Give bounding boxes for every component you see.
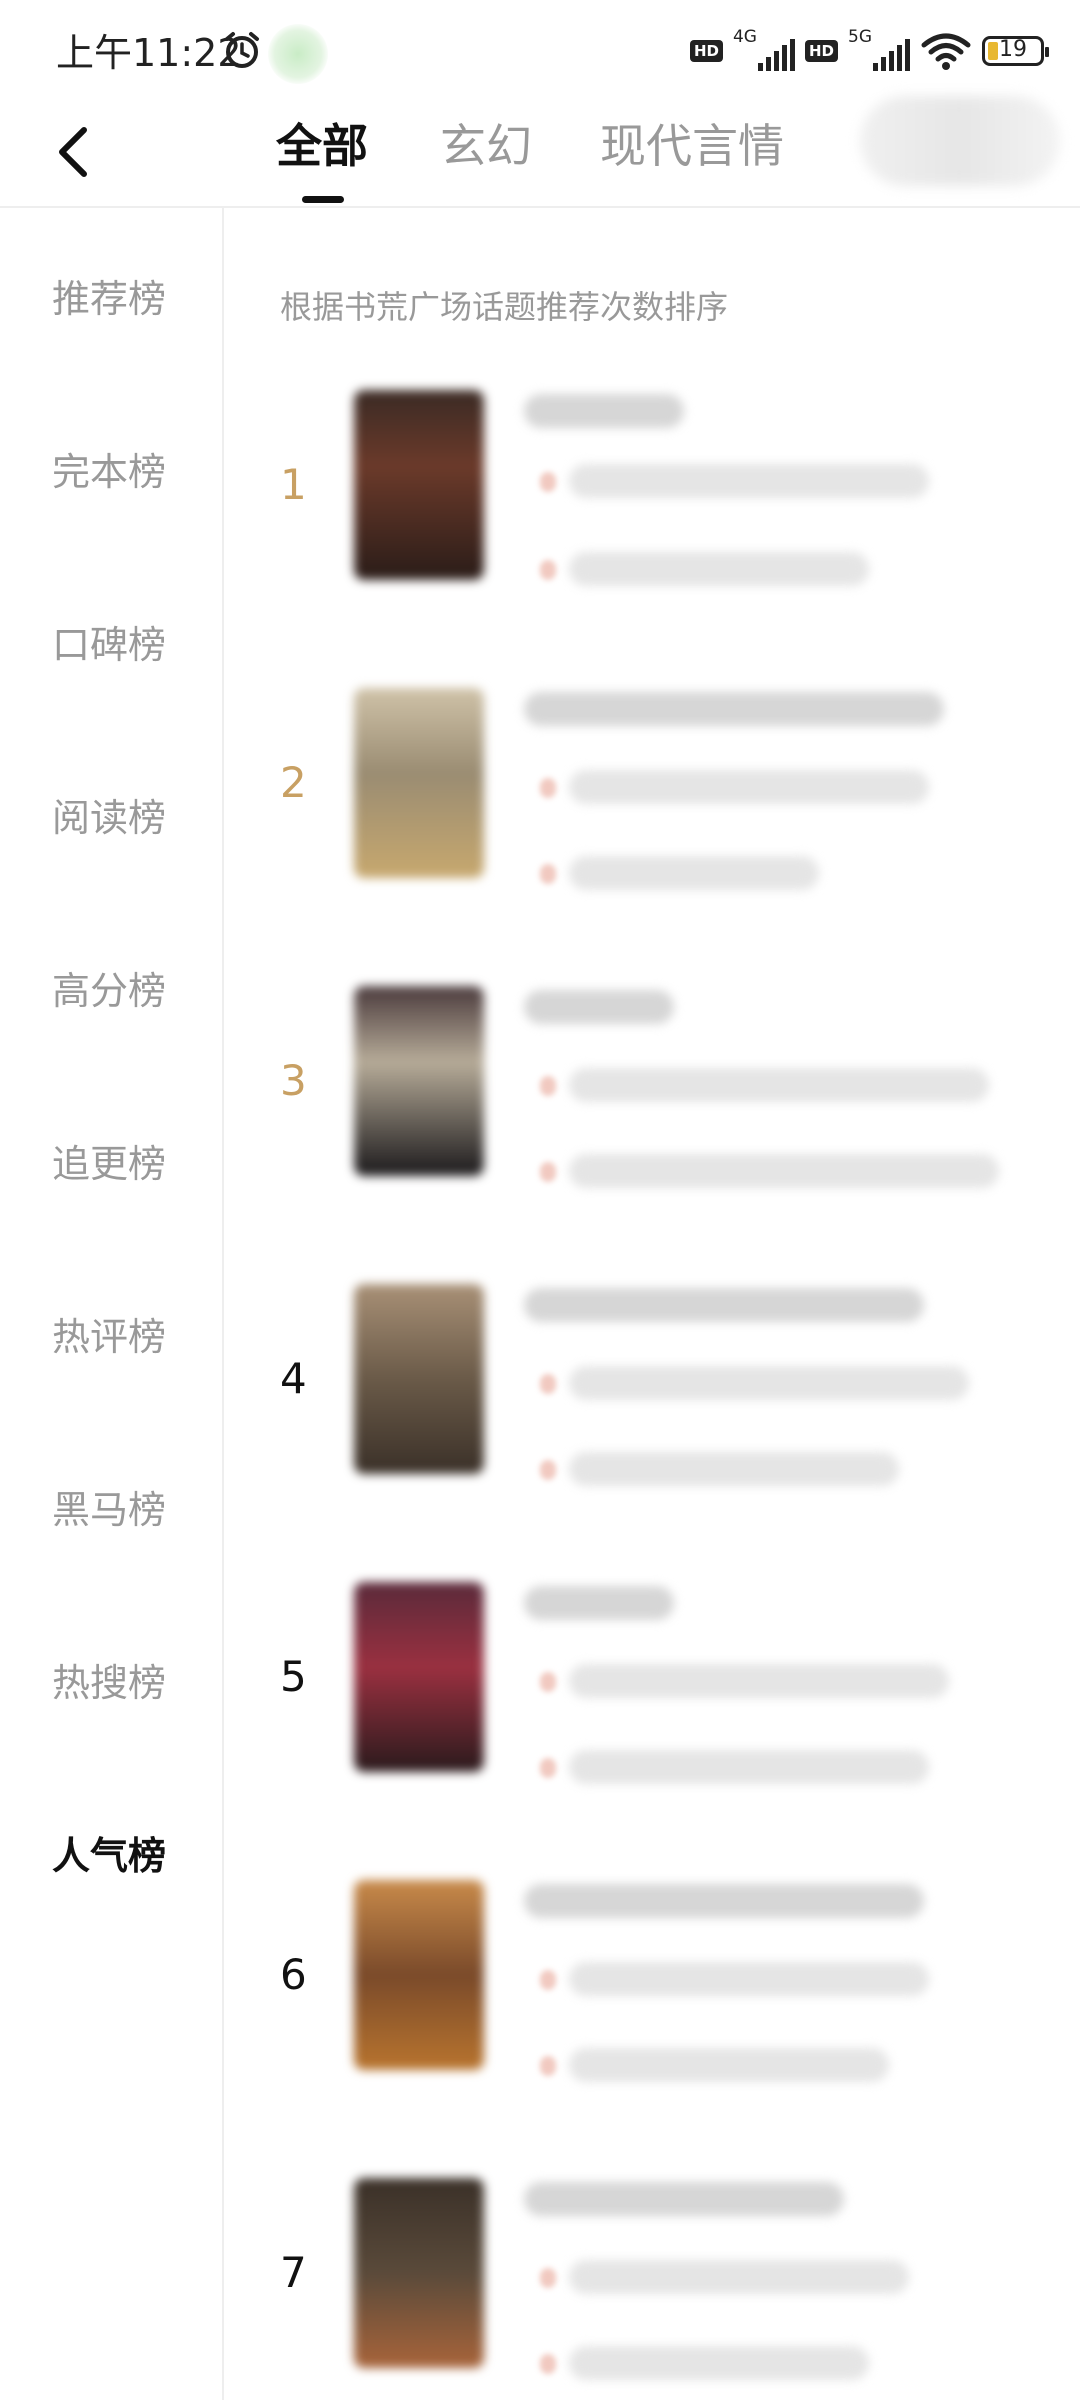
book-tags bbox=[569, 1366, 969, 1400]
battery-level: 19 bbox=[999, 37, 1027, 62]
tab-all[interactable]: 全部 bbox=[276, 110, 368, 176]
book-tags bbox=[569, 1962, 929, 1996]
book-title bbox=[524, 1586, 674, 1620]
tag-icon bbox=[540, 2354, 556, 2374]
hd-badge-2: HD bbox=[804, 40, 838, 62]
ranking-sidebar: 推荐榜 完本榜 口碑榜 阅读榜 高分榜 追更榜 热评榜 黑马榜 热搜榜 人气榜 bbox=[0, 208, 224, 2400]
book-tags bbox=[569, 1664, 949, 1698]
sidebar-item-reading[interactable]: 阅读榜 bbox=[52, 787, 166, 842]
list-item[interactable]: 4 bbox=[224, 1274, 1080, 1514]
signal-4g-icon: 4G bbox=[732, 27, 795, 73]
status-bar: 上午11:22 HD 4G HD 5G 19 bbox=[0, 0, 1080, 96]
book-cover[interactable] bbox=[354, 1284, 484, 1474]
tab-xuanhuan[interactable]: 玄幻 bbox=[440, 110, 532, 176]
book-meta bbox=[569, 1452, 899, 1486]
status-time: 上午11:22 bbox=[56, 31, 242, 75]
tag-icon bbox=[540, 778, 556, 798]
tag-icon bbox=[540, 472, 556, 492]
book-tags bbox=[569, 464, 929, 498]
book-meta bbox=[569, 2346, 869, 2380]
list-item[interactable]: 5 bbox=[224, 1572, 1080, 1812]
active-tab-indicator bbox=[302, 196, 344, 203]
tag-icon bbox=[540, 1758, 556, 1778]
tag-icon bbox=[540, 2056, 556, 2076]
list-item[interactable]: 1 bbox=[224, 380, 1080, 620]
list-item[interactable]: 6 bbox=[224, 1870, 1080, 2110]
book-tags bbox=[569, 2260, 909, 2294]
tab-modern-romance[interactable]: 现代言情 bbox=[600, 110, 784, 176]
book-meta bbox=[569, 856, 819, 890]
book-tags bbox=[569, 1068, 989, 1102]
list-item[interactable]: 3 bbox=[224, 976, 1080, 1216]
tag-icon bbox=[540, 864, 556, 884]
book-tags bbox=[569, 770, 929, 804]
tag-icon bbox=[540, 2268, 556, 2288]
sidebar-item-following[interactable]: 追更榜 bbox=[52, 1133, 166, 1188]
rank-number: 2 bbox=[280, 758, 307, 807]
top-tab-bar: 全部 玄幻 现代言情 bbox=[0, 96, 1080, 208]
sidebar-item-dark-horse[interactable]: 黑马榜 bbox=[52, 1479, 166, 1534]
book-title bbox=[524, 394, 684, 428]
sidebar-item-completed[interactable]: 完本榜 bbox=[52, 441, 166, 496]
book-meta bbox=[569, 1154, 999, 1188]
alarm-icon bbox=[225, 32, 259, 68]
book-cover[interactable] bbox=[354, 1880, 484, 2070]
list-item[interactable]: 2 bbox=[224, 678, 1080, 918]
tag-icon bbox=[540, 560, 556, 580]
tab-blurred[interactable] bbox=[860, 96, 1060, 186]
back-arrow-icon[interactable] bbox=[46, 116, 106, 186]
hd-badge: HD bbox=[689, 40, 723, 62]
tag-icon bbox=[540, 1970, 556, 1990]
sidebar-item-recommend[interactable]: 推荐榜 bbox=[52, 268, 166, 323]
book-cover[interactable] bbox=[354, 390, 484, 580]
tag-icon bbox=[540, 1162, 556, 1182]
sidebar-item-hot-comments[interactable]: 热评榜 bbox=[52, 1306, 166, 1361]
book-meta bbox=[569, 552, 869, 586]
book-cover[interactable] bbox=[354, 2178, 484, 2368]
book-meta bbox=[569, 2048, 889, 2082]
network-label-4g: 4G bbox=[732, 27, 757, 47]
network-label-5g: 5G bbox=[848, 27, 872, 47]
rank-number: 5 bbox=[280, 1652, 307, 1701]
status-indicators: HD 4G HD 5G 19 bbox=[689, 26, 1049, 76]
book-title bbox=[524, 1884, 924, 1918]
rank-number: 1 bbox=[280, 460, 307, 509]
sidebar-item-reputation[interactable]: 口碑榜 bbox=[52, 614, 166, 669]
sidebar-item-hot-search[interactable]: 热搜榜 bbox=[52, 1652, 166, 1707]
ranking-description: 根据书荒广场话题推荐次数排序 bbox=[280, 288, 729, 326]
book-cover[interactable] bbox=[354, 688, 484, 878]
list-item[interactable]: 7 bbox=[224, 2168, 1080, 2408]
rank-number: 6 bbox=[280, 1950, 307, 1999]
notification-dot-icon bbox=[268, 24, 328, 84]
book-title bbox=[524, 990, 674, 1024]
rank-number: 4 bbox=[280, 1354, 307, 1403]
book-title bbox=[524, 1288, 924, 1322]
sidebar-item-high-score[interactable]: 高分榜 bbox=[52, 960, 166, 1015]
rank-number: 3 bbox=[280, 1056, 307, 1105]
book-title bbox=[524, 2182, 844, 2216]
book-meta bbox=[569, 1750, 929, 1784]
book-title bbox=[524, 692, 944, 726]
tag-icon bbox=[540, 1672, 556, 1692]
tag-icon bbox=[540, 1374, 556, 1394]
rank-number: 7 bbox=[280, 2248, 307, 2297]
signal-5g-icon: 5G bbox=[848, 27, 910, 73]
book-cover[interactable] bbox=[354, 986, 484, 1176]
sidebar-item-popularity[interactable]: 人气榜 bbox=[52, 1825, 166, 1880]
tag-icon bbox=[540, 1460, 556, 1480]
wifi-icon bbox=[921, 33, 971, 70]
tag-icon bbox=[540, 1076, 556, 1096]
battery-icon: 19 bbox=[982, 36, 1049, 66]
book-cover[interactable] bbox=[354, 1582, 484, 1772]
